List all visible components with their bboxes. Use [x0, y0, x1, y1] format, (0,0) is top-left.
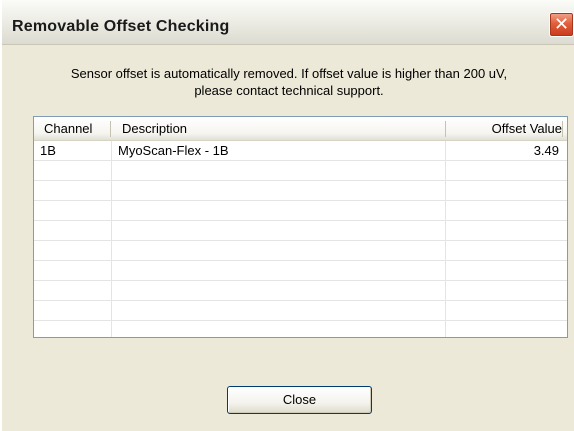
column-header-description[interactable]: Description [122, 117, 187, 141]
empty-table-row [34, 321, 567, 337]
empty-table-row [34, 201, 567, 221]
offset-list[interactable]: Channel Description Offset Value 1B MyoSc… [33, 116, 568, 338]
column-separator[interactable] [562, 121, 563, 137]
info-message-line-1: Sensor offset is automatically removed. … [70, 66, 508, 81]
column-header-channel[interactable]: Channel [44, 117, 92, 141]
empty-table-row [34, 161, 567, 181]
info-message: Sensor offset is automatically removed. … [22, 65, 556, 99]
empty-table-row [34, 261, 567, 281]
empty-table-row [34, 181, 567, 201]
cell-channel: 1B [40, 143, 56, 158]
cell-description: MyoScan-Flex - 1B [118, 143, 229, 158]
close-button[interactable]: Close [227, 386, 372, 414]
list-header: Channel Description Offset Value [34, 117, 567, 141]
close-icon[interactable]: ✕ [549, 12, 574, 37]
window-title: Removable Offset Checking [12, 18, 230, 35]
empty-table-row [34, 241, 567, 261]
empty-table-row [34, 301, 567, 321]
empty-table-row [34, 281, 567, 301]
cell-offset-value: 3.49 [533, 143, 559, 158]
empty-table-row [34, 221, 567, 241]
column-separator[interactable] [110, 121, 111, 137]
info-message-line-2: please contact technical support. [194, 83, 384, 98]
title-bar[interactable]: Removable Offset Checking ✕ [2, 0, 574, 45]
dialog-window: Removable Offset Checking ✕ Sensor offse… [0, 0, 574, 431]
table-row[interactable]: 1B MyoScan-Flex - 1B 3.49 [34, 141, 567, 161]
column-header-offset-value[interactable]: Offset Value [445, 117, 562, 141]
